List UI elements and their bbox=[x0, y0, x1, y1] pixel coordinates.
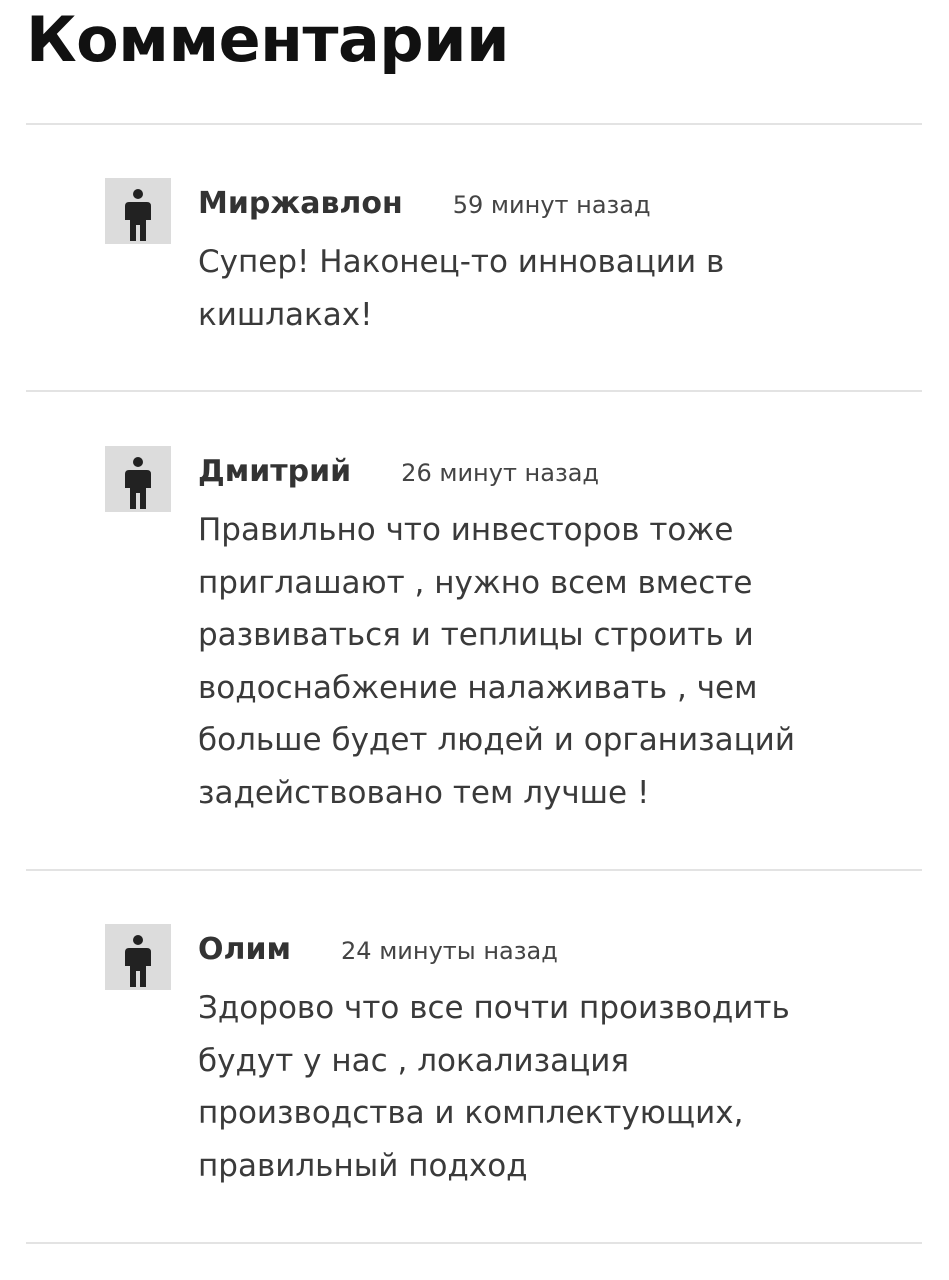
comment-text: Здорово что все почти производить будут … bbox=[198, 990, 790, 1184]
comment-meta: Олим 24 минуты назад bbox=[198, 930, 558, 970]
comment-author[interactable]: Миржавлон bbox=[198, 184, 403, 224]
person-icon bbox=[125, 935, 151, 987]
comment-author[interactable]: Дмитрий bbox=[198, 452, 351, 492]
comment-meta: Миржавлон 59 минут назад bbox=[198, 184, 651, 224]
comment-text: Правильно что инвесторов тоже приглашают… bbox=[198, 512, 795, 811]
comment-timestamp[interactable]: 59 минут назад bbox=[453, 185, 651, 225]
divider bbox=[26, 869, 922, 871]
avatar bbox=[105, 178, 171, 244]
divider bbox=[26, 390, 922, 392]
comment-meta: Дмитрий 26 минут назад bbox=[198, 452, 599, 492]
comment-timestamp[interactable]: 24 минуты назад bbox=[341, 931, 558, 971]
comment-author[interactable]: Олим bbox=[198, 930, 291, 970]
divider bbox=[26, 123, 922, 125]
avatar bbox=[105, 924, 171, 990]
person-icon bbox=[125, 189, 151, 241]
person-icon bbox=[125, 457, 151, 509]
avatar bbox=[105, 446, 171, 512]
page-title: Комментарии bbox=[26, 3, 510, 76]
divider bbox=[26, 1242, 922, 1244]
comment-text: Супер! Наконец-то инновации в кишлаках! bbox=[198, 244, 725, 333]
comment-timestamp[interactable]: 26 минут назад bbox=[401, 453, 599, 493]
